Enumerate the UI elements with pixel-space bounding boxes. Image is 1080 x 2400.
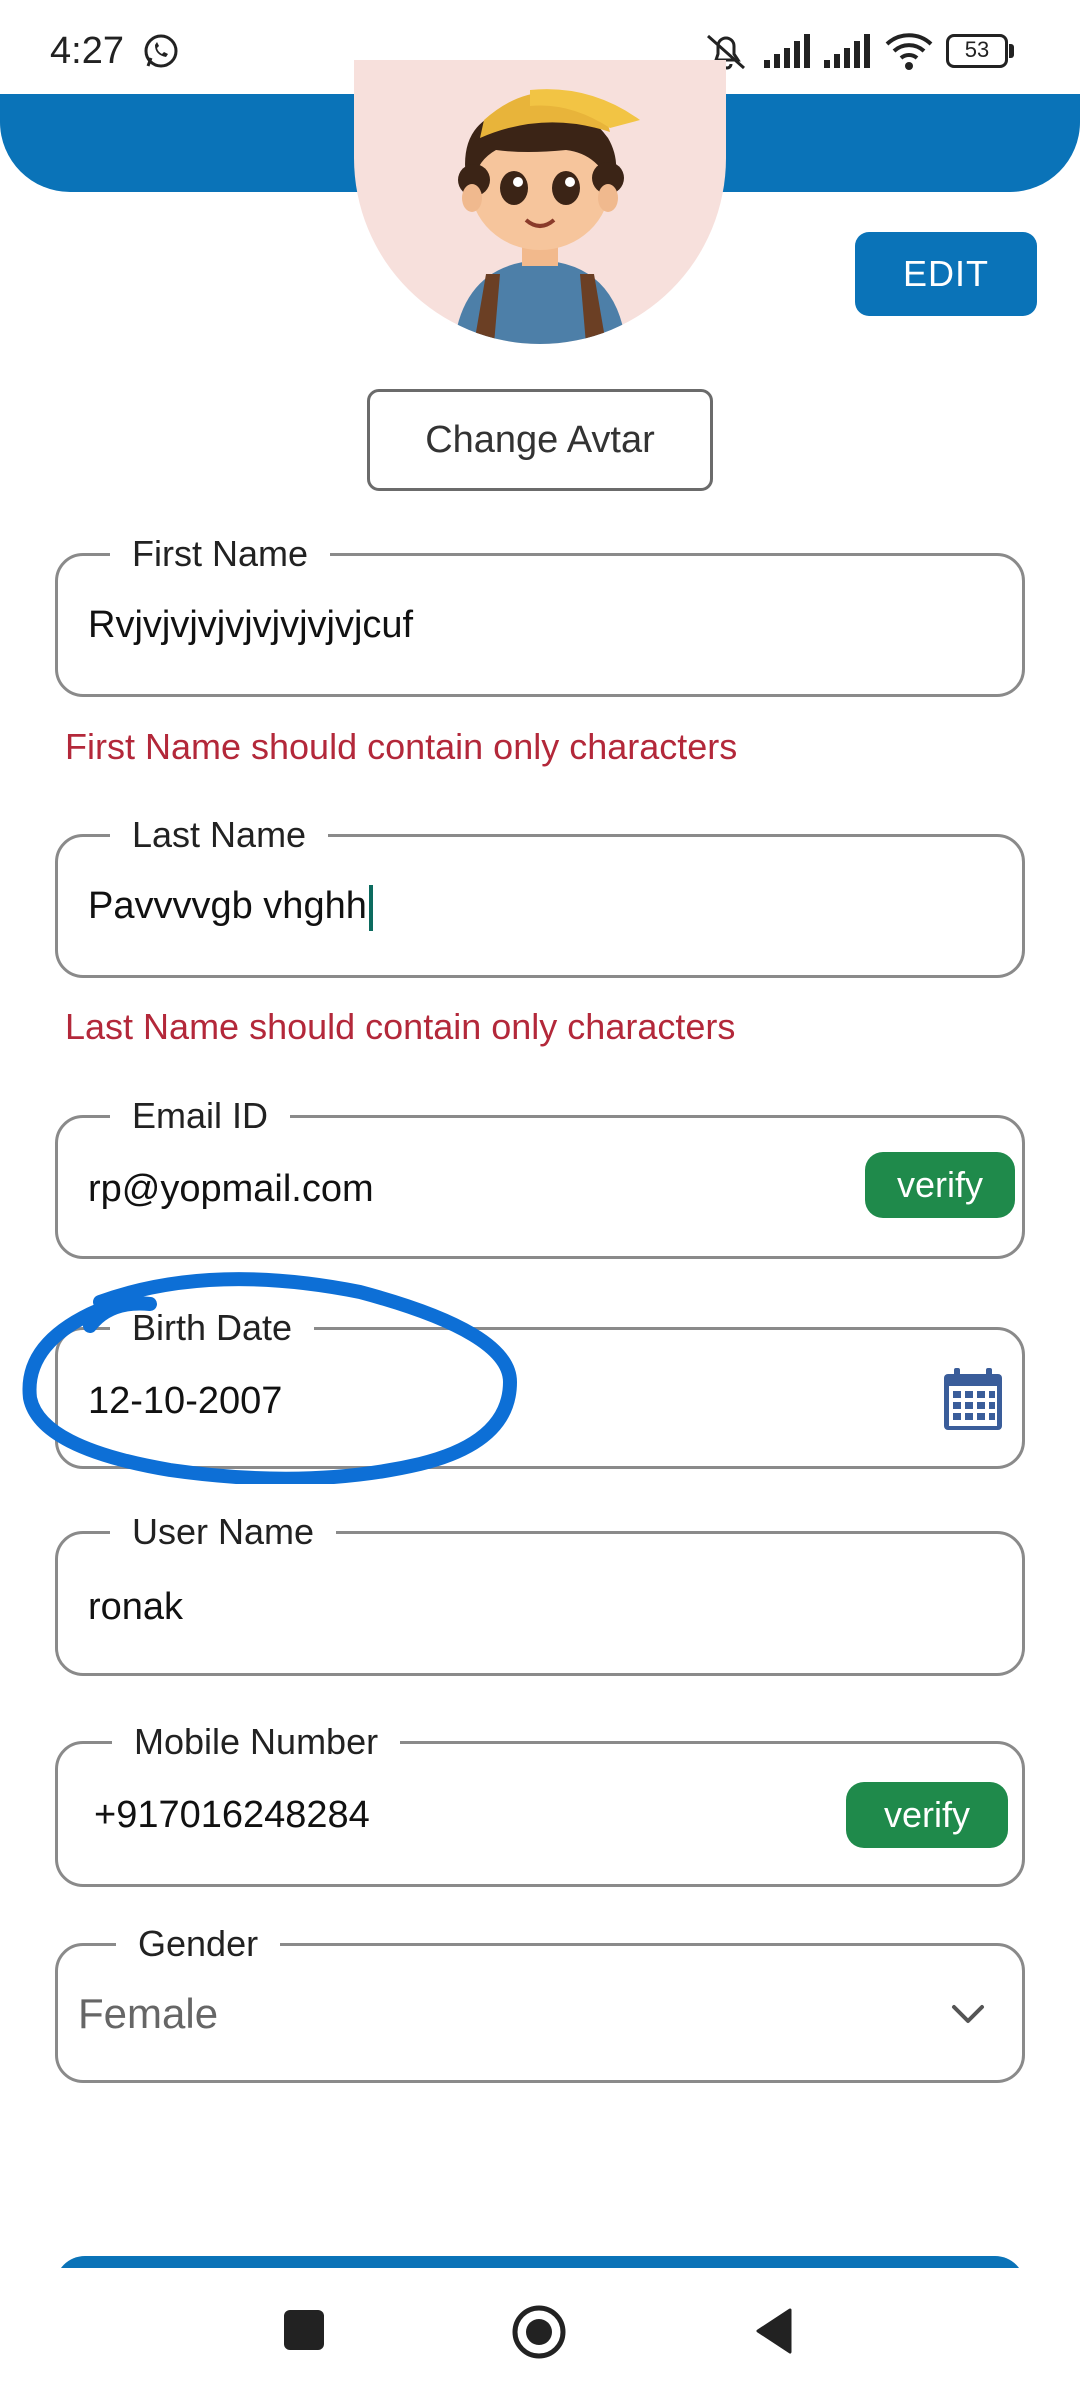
first-name-error: First Name should contain only character… xyxy=(65,726,738,767)
first-name-label: First Name xyxy=(110,530,331,578)
first-name-input[interactable]: Rvjvjvjvjvjvjvjvjvjcuf xyxy=(88,604,413,647)
chevron-down-icon[interactable] xyxy=(950,2002,986,2026)
edit-button[interactable]: EDIT xyxy=(855,232,1037,316)
last-name-label: Last Name xyxy=(110,811,329,859)
last-name-error: Last Name should contain only characters xyxy=(65,1006,736,1047)
birth-date-label: Birth Date xyxy=(110,1304,315,1352)
home-icon[interactable] xyxy=(511,2304,567,2360)
first-name-field[interactable]: First Name Rvjvjvjvjvjvjvjvjvjcuf xyxy=(55,530,1025,697)
back-icon[interactable] xyxy=(752,2306,794,2356)
email-field[interactable]: Email ID rp@yopmail.com verify xyxy=(55,1092,1025,1259)
wifi-icon xyxy=(885,33,933,70)
mobile-number-label: Mobile Number xyxy=(112,1718,401,1766)
status-time: 4:27 xyxy=(50,30,124,72)
mobile-number-field[interactable]: Mobile Number +917016248284 verify xyxy=(55,1718,1025,1887)
birth-date-field[interactable]: Birth Date 12-10-2007 xyxy=(55,1304,1025,1469)
last-name-value-wrap[interactable]: Pavvvvgb vhghh xyxy=(88,885,373,931)
user-name-input[interactable]: ronak xyxy=(88,1586,183,1629)
signal-icon xyxy=(824,34,870,68)
battery-icon: 53 xyxy=(946,34,1014,68)
mobile-number-input[interactable]: +917016248284 xyxy=(94,1794,370,1837)
email-verify-button[interactable]: verify xyxy=(865,1152,1015,1218)
change-avatar-button[interactable]: Change Avtar xyxy=(367,389,713,491)
battery-tip xyxy=(1009,44,1014,58)
recents-icon[interactable] xyxy=(284,2310,324,2350)
last-name-input: Pavvvvgb vhghh xyxy=(88,885,367,928)
user-name-label: User Name xyxy=(110,1508,337,1556)
whatsapp-icon xyxy=(144,34,178,68)
gender-label: Gender xyxy=(116,1920,281,1968)
user-name-field[interactable]: User Name ronak xyxy=(55,1508,1025,1676)
avatar[interactable] xyxy=(354,60,726,344)
avatar-image xyxy=(354,60,726,344)
last-name-field[interactable]: Last Name Pavvvvgb vhghh xyxy=(55,811,1025,978)
gender-select[interactable]: Gender Female xyxy=(55,1920,1025,2083)
calendar-icon[interactable] xyxy=(942,1366,1004,1432)
battery-level: 53 xyxy=(964,37,990,62)
navigation-bar xyxy=(0,2268,1080,2400)
email-input[interactable]: rp@yopmail.com xyxy=(88,1168,374,1211)
mobile-verify-button[interactable]: verify xyxy=(846,1782,1008,1848)
email-label: Email ID xyxy=(110,1092,291,1140)
signal-icon xyxy=(764,34,810,68)
text-cursor xyxy=(368,885,373,931)
birth-date-input[interactable]: 12-10-2007 xyxy=(88,1380,282,1423)
gender-value: Female xyxy=(78,1990,219,2037)
